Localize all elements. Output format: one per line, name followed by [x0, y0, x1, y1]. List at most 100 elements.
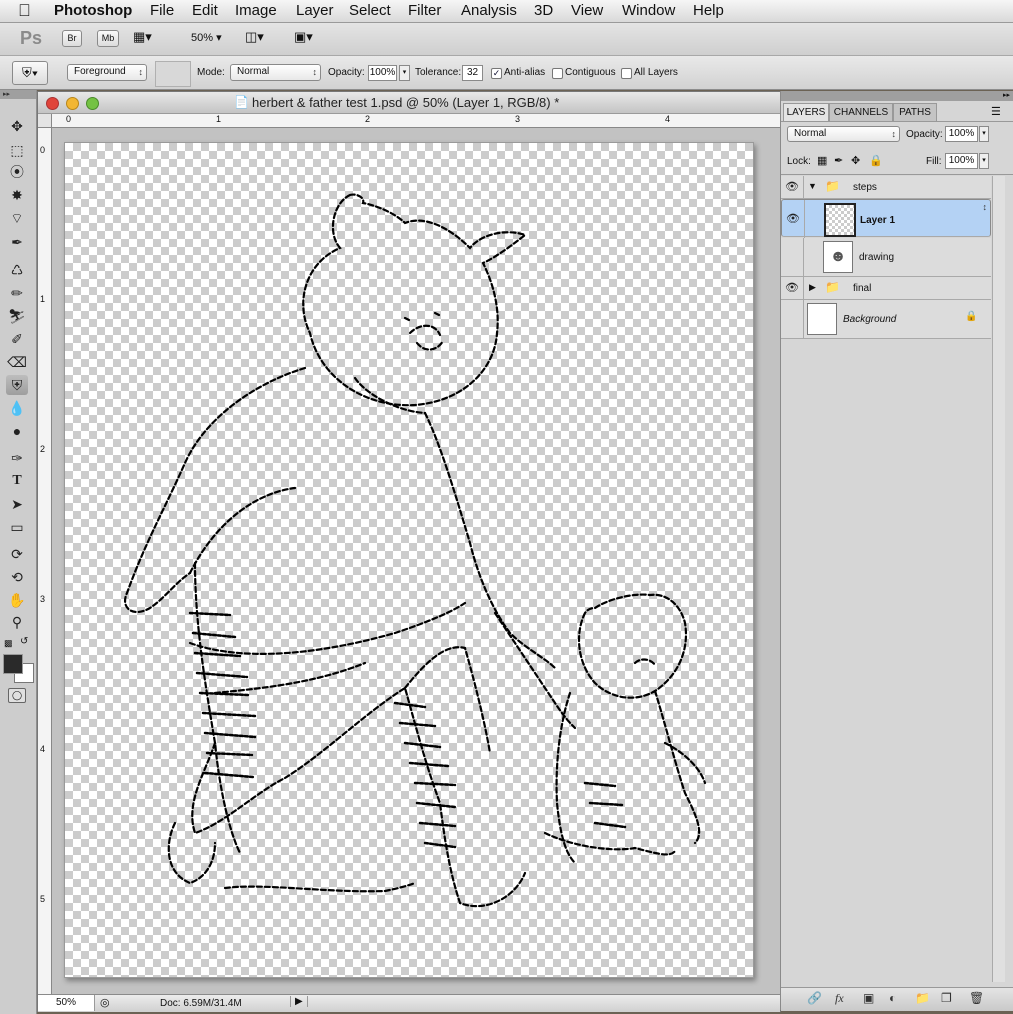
- screen-mode-icon[interactable]: ▣▾: [294, 29, 313, 45]
- brush-tool-icon[interactable]: ✏: [6, 283, 28, 303]
- menu-select[interactable]: Select: [349, 2, 391, 19]
- blend-mode-select[interactable]: Normal: [787, 126, 900, 142]
- layer-row-background[interactable]: Background 🔒: [781, 300, 991, 339]
- layer-row-final[interactable]: 👁 ▶ 📁 final: [781, 277, 991, 300]
- fill-source-select[interactable]: Foreground: [67, 64, 147, 81]
- dodge-tool-icon[interactable]: ●: [6, 421, 28, 441]
- 3d-rotate-tool-icon[interactable]: ⟳: [6, 544, 28, 564]
- visibility-eye-icon[interactable]: 👁: [781, 176, 804, 198]
- add-mask-icon[interactable]: ▣: [863, 991, 874, 1005]
- type-tool-icon[interactable]: T: [6, 471, 28, 491]
- visibility-toggle-empty[interactable]: [781, 238, 804, 276]
- fill-dropdown-icon[interactable]: ▾: [979, 153, 989, 169]
- menu-window[interactable]: Window: [622, 2, 675, 19]
- menu-file[interactable]: File: [150, 2, 174, 19]
- contiguous-checkbox[interactable]: [552, 68, 563, 79]
- group-collapsed-icon[interactable]: ▶: [809, 282, 816, 293]
- antialias-checkbox[interactable]: ✓: [491, 68, 502, 79]
- layer-opacity-field[interactable]: 100%: [945, 126, 978, 142]
- horizontal-ruler[interactable]: 0 1 2 3 4: [52, 114, 780, 128]
- status-zoom-field[interactable]: 50%: [38, 995, 95, 1011]
- vertical-ruler[interactable]: 0 1 2 3 4 5: [38, 128, 52, 994]
- opacity-field[interactable]: 100%: [368, 65, 397, 81]
- tolerance-field[interactable]: 32: [462, 65, 483, 81]
- menu-edit[interactable]: Edit: [192, 2, 218, 19]
- menu-filter[interactable]: Filter: [408, 2, 441, 19]
- status-menu-icon[interactable]: ▶: [290, 996, 308, 1007]
- launch-mini-bridge-button[interactable]: Mb: [97, 30, 119, 47]
- launch-bridge-button[interactable]: Br: [62, 30, 82, 47]
- link-layers-icon[interactable]: 🔗: [807, 991, 822, 1005]
- lasso-tool-icon[interactable]: ⦿: [6, 162, 28, 182]
- layer-row-steps[interactable]: 👁 ▼ 📁 steps: [781, 176, 991, 199]
- status-info-icon[interactable]: ◎: [100, 996, 110, 1009]
- fill-field[interactable]: 100%: [945, 153, 978, 169]
- delete-layer-icon[interactable]: 🗑: [969, 991, 984, 1005]
- healing-brush-tool-icon[interactable]: ♺: [6, 260, 28, 280]
- foreground-color-swatch[interactable]: [3, 654, 23, 674]
- clone-stamp-tool-icon[interactable]: ⛷: [6, 306, 28, 326]
- menu-analysis[interactable]: Analysis: [461, 2, 517, 19]
- panel-menu-icon[interactable]: ☰: [991, 105, 1001, 118]
- tab-channels[interactable]: CHANNELS: [829, 103, 893, 121]
- adjustment-layer-icon[interactable]: ◐: [889, 991, 896, 1005]
- history-brush-tool-icon[interactable]: ✐: [6, 329, 28, 349]
- close-window-icon[interactable]: [46, 97, 59, 110]
- 3d-orbit-tool-icon[interactable]: ⟲: [6, 567, 28, 587]
- quick-selection-tool-icon[interactable]: ✸: [6, 185, 28, 205]
- panel-collapse-icon[interactable]: ▸▸: [781, 91, 1013, 101]
- menu-view[interactable]: View: [571, 2, 603, 19]
- pen-tool-icon[interactable]: ✑: [6, 448, 28, 468]
- lock-transparency-icon[interactable]: ▦: [817, 154, 827, 167]
- paint-bucket-tool-icon[interactable]: ⛨: [6, 375, 28, 395]
- paint-bucket-icon[interactable]: ⛨▾: [12, 61, 48, 85]
- swap-colors-icon[interactable]: ↺: [20, 636, 28, 647]
- lock-all-icon[interactable]: 🔒: [869, 154, 883, 167]
- rectangle-tool-icon[interactable]: ▭: [6, 517, 28, 537]
- menu-layer[interactable]: Layer: [296, 2, 334, 19]
- visibility-eye-icon[interactable]: 👁: [782, 200, 805, 238]
- minimize-window-icon[interactable]: [66, 97, 79, 110]
- new-group-icon[interactable]: 📁: [915, 991, 930, 1005]
- lock-pixels-icon[interactable]: ✒: [834, 154, 843, 167]
- tools-panel-collapse-icon[interactable]: ▸▸: [0, 90, 36, 99]
- layers-scrollbar[interactable]: [992, 176, 1005, 982]
- zoom-window-icon[interactable]: [86, 97, 99, 110]
- canvas[interactable]: [64, 142, 754, 978]
- opacity-dropdown-icon[interactable]: ▾: [399, 65, 410, 81]
- default-colors-icon[interactable]: ▩: [4, 638, 13, 649]
- eraser-tool-icon[interactable]: ⌫: [6, 352, 28, 372]
- view-extras-icon[interactable]: ▦▾: [133, 29, 152, 45]
- app-menu[interactable]: Photoshop: [54, 2, 132, 19]
- ruler-origin[interactable]: [38, 114, 52, 128]
- visibility-toggle-empty[interactable]: [781, 300, 804, 338]
- mode-select[interactable]: Normal: [230, 64, 321, 81]
- path-selection-tool-icon[interactable]: ➤: [6, 494, 28, 514]
- quick-mask-icon[interactable]: ◯: [8, 688, 26, 703]
- canvas-area[interactable]: [52, 128, 780, 994]
- layer-style-fx-icon[interactable]: fx: [835, 991, 844, 1006]
- hand-tool-icon[interactable]: ✋: [6, 590, 28, 610]
- all-layers-checkbox[interactable]: [621, 68, 632, 79]
- zoom-level-select[interactable]: 50% ▾: [191, 31, 222, 44]
- arrange-documents-icon[interactable]: ◫▾: [245, 29, 264, 45]
- menu-help[interactable]: Help: [693, 2, 724, 19]
- group-expanded-icon[interactable]: ▼: [808, 181, 817, 191]
- zoom-tool-icon[interactable]: ⚲: [6, 612, 28, 632]
- eyedropper-tool-icon[interactable]: ✒: [6, 232, 28, 252]
- crop-tool-icon[interactable]: ⌔: [6, 208, 28, 228]
- blur-tool-icon[interactable]: 💧: [6, 398, 28, 418]
- marquee-tool-icon[interactable]: ⬚: [6, 140, 28, 160]
- pattern-picker[interactable]: [155, 61, 191, 87]
- visibility-eye-icon[interactable]: 👁: [781, 277, 804, 299]
- menu-3d[interactable]: 3D: [534, 2, 553, 19]
- move-tool-icon[interactable]: ✥: [6, 116, 28, 136]
- layer-row-layer-1[interactable]: 👁 Layer 1: [781, 199, 991, 238]
- layer-row-drawing[interactable]: ☻ drawing: [781, 238, 991, 277]
- menu-image[interactable]: Image: [235, 2, 277, 19]
- tab-layers[interactable]: LAYERS: [783, 103, 829, 121]
- lock-position-icon[interactable]: ✥: [851, 154, 860, 167]
- layer-opacity-dropdown-icon[interactable]: ▾: [979, 126, 989, 142]
- new-layer-icon[interactable]: ❐: [941, 991, 952, 1005]
- tab-paths[interactable]: PATHS: [893, 103, 937, 121]
